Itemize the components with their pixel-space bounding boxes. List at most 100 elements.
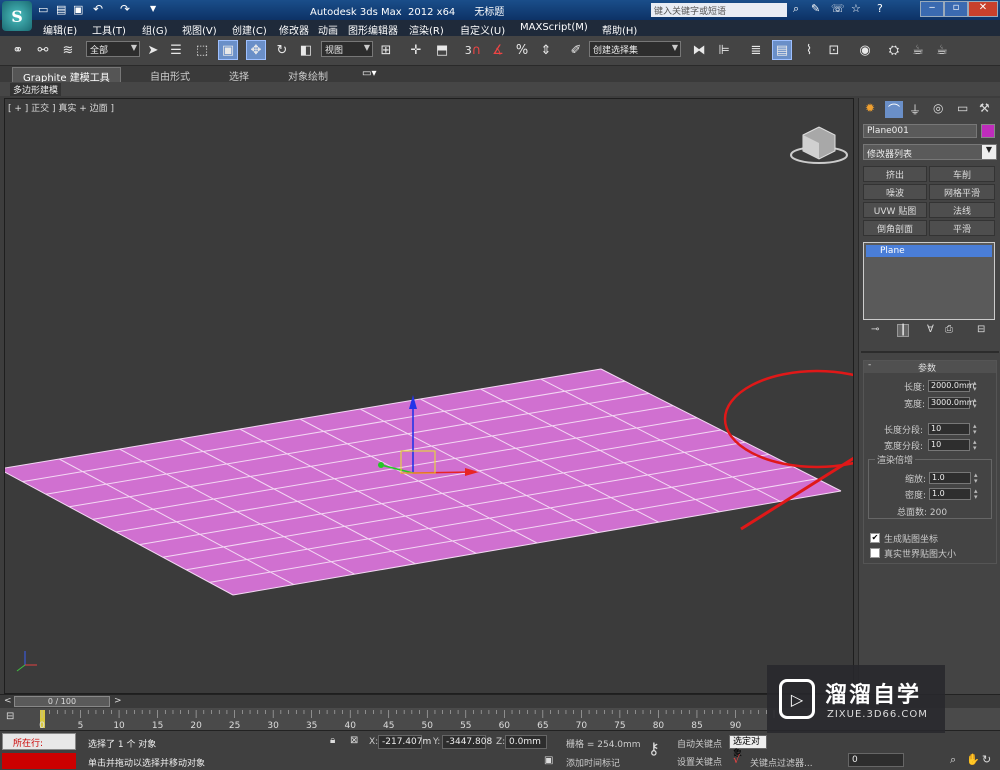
menu-item-edit[interactable]: 编辑(E): [43, 22, 77, 37]
length-segs-spinner[interactable]: ▴ ▾: [973, 423, 980, 436]
app-logo-icon[interactable]: S: [2, 1, 32, 31]
set-key-icon[interactable]: ⚷: [648, 739, 660, 758]
percent-snap-icon[interactable]: %: [512, 40, 532, 60]
time-slider[interactable]: 0 / 100: [14, 696, 110, 707]
menu-item-group[interactable]: 组(G): [142, 22, 168, 37]
mirror-icon[interactable]: ⧓: [689, 40, 709, 60]
redo-icon[interactable]: ↷: [120, 2, 130, 16]
modifier-button-lathe[interactable]: 车削: [929, 166, 995, 182]
curve-editor-icon[interactable]: ⌇: [799, 40, 819, 60]
set-key-label[interactable]: 设置关键点: [677, 755, 722, 768]
menu-item-create[interactable]: 创建(C): [232, 22, 267, 37]
density-input[interactable]: 1.0: [929, 488, 971, 500]
stack-item-plane[interactable]: Plane: [866, 245, 992, 257]
selection-filter-dropdown[interactable]: 全部: [86, 41, 140, 57]
object-name-field[interactable]: Plane001: [863, 124, 977, 138]
prev-frame-icon[interactable]: <: [4, 696, 12, 706]
menu-item-animation[interactable]: 动画: [318, 22, 338, 37]
zoom-icon[interactable]: ⌕: [950, 753, 956, 767]
object-color-swatch[interactable]: [981, 124, 995, 138]
menu-item-modifiers[interactable]: 修改器: [279, 22, 309, 37]
modifier-list-dropdown[interactable]: 修改器列表 ▼: [863, 144, 997, 160]
next-frame-icon[interactable]: >: [114, 696, 122, 706]
width-spinner[interactable]: ▴ ▾: [973, 397, 980, 410]
perspective-viewport[interactable]: [ + ] 正交 ] 真实 + 边面 ]: [4, 98, 854, 694]
snaps-toggle-icon[interactable]: 3 ∩: [461, 40, 485, 60]
motion-tab-icon[interactable]: ◎: [933, 101, 943, 115]
align-icon[interactable]: ⊫: [714, 40, 734, 60]
bind-spacewarp-icon[interactable]: ≋: [58, 40, 78, 60]
scale-input[interactable]: 1.0: [929, 472, 971, 484]
favorites-icon[interactable]: ☆: [851, 2, 861, 15]
orbit-icon[interactable]: ↻: [982, 753, 991, 766]
material-editor-icon[interactable]: ◉: [855, 40, 875, 60]
absolute-mode-icon[interactable]: ⊠: [350, 735, 358, 746]
select-rotate-icon[interactable]: ↻: [272, 40, 292, 60]
configure-sets-icon[interactable]: ⊟: [977, 324, 985, 335]
y-coord-input[interactable]: -3447.808: [442, 735, 492, 749]
length-input[interactable]: 2000.0mm: [928, 380, 975, 392]
remove-modifier-icon[interactable]: ⎙: [945, 324, 953, 335]
key-filters-button[interactable]: 关键点过滤器...: [750, 756, 813, 769]
spinner-snap-icon[interactable]: ⇕: [536, 40, 556, 60]
current-frame-input[interactable]: 0: [848, 753, 904, 767]
angle-snap-icon[interactable]: ∡: [488, 40, 508, 60]
lock-selection-icon[interactable]: 🔒︎: [330, 735, 335, 746]
save-file-icon[interactable]: ▣: [73, 3, 83, 16]
quick-access-dropdown-icon[interactable]: ▼: [150, 4, 156, 13]
select-move-icon[interactable]: ✥: [246, 40, 266, 60]
modifier-button-meshsmooth[interactable]: 网格平滑: [929, 184, 995, 200]
width-segs-spinner[interactable]: ▴ ▾: [973, 439, 980, 452]
manipulate-icon[interactable]: ✛: [406, 40, 426, 60]
schematic-view-icon[interactable]: ⊡: [824, 40, 844, 60]
modify-tab-icon[interactable]: ⌒: [885, 101, 904, 118]
tab-object-paint[interactable]: 对象绘制: [288, 68, 328, 83]
communication-icon[interactable]: ☏: [831, 2, 845, 15]
display-tab-icon[interactable]: ▭: [957, 101, 968, 115]
time-tag-icon[interactable]: ▣: [544, 755, 553, 766]
modifier-button-bevel-profile[interactable]: 倒角剖面: [863, 220, 927, 236]
modifier-stack[interactable]: Plane: [863, 242, 995, 320]
new-file-icon[interactable]: ▭: [38, 3, 48, 16]
edit-named-selection-icon[interactable]: ✐: [566, 40, 586, 60]
tab-selection[interactable]: 选择: [229, 68, 249, 83]
density-spinner[interactable]: ▴ ▾: [974, 488, 981, 501]
modifier-button-uvw-map[interactable]: UVW 贴图: [863, 202, 927, 218]
viewcube[interactable]: [790, 126, 848, 164]
x-coord-input[interactable]: -217.407m: [378, 735, 431, 749]
menu-item-views[interactable]: 视图(V): [182, 22, 217, 37]
pivot-center-icon[interactable]: ⊞: [376, 40, 396, 60]
pan-icon[interactable]: ✋: [966, 753, 980, 766]
reference-coord-dropdown[interactable]: 视图: [321, 41, 373, 57]
rect-selection-icon[interactable]: ⬚: [192, 40, 212, 60]
real-world-size-checkbox[interactable]: [870, 548, 880, 558]
length-segs-input[interactable]: 10: [928, 423, 970, 435]
menu-item-maxscript[interactable]: MAXScript(M): [520, 22, 588, 33]
named-selection-dropdown[interactable]: 创建选择集: [589, 41, 681, 57]
help-icon[interactable]: ?: [877, 2, 883, 15]
menu-item-graph-editors[interactable]: 图形编辑器: [348, 22, 398, 37]
key-filter-icon[interactable]: √: [733, 753, 740, 766]
menu-item-tools[interactable]: 工具(T): [92, 22, 126, 37]
maxscript-output[interactable]: [2, 753, 76, 769]
auto-key-label[interactable]: 自动关键点: [677, 737, 722, 750]
modifier-button-noise[interactable]: 噪波: [863, 184, 927, 200]
rollout-header[interactable]: - 参数: [864, 360, 996, 374]
polygon-modeling-panel[interactable]: 多边形建模: [10, 83, 62, 96]
select-scale-icon[interactable]: ◧: [296, 40, 316, 60]
length-spinner[interactable]: ▴ ▾: [973, 380, 980, 393]
z-coord-input[interactable]: 0.0mm: [505, 735, 547, 749]
gen-map-coords-checkbox[interactable]: ✔: [870, 533, 880, 543]
menu-item-help[interactable]: 帮助(H): [602, 22, 637, 37]
make-unique-icon[interactable]: ∀: [927, 324, 934, 335]
add-time-tag[interactable]: 添加时间标记: [566, 756, 620, 769]
select-by-name-icon[interactable]: ☰: [166, 40, 186, 60]
pin-stack-icon[interactable]: ⊸: [871, 324, 879, 335]
search-input[interactable]: 键入关键字或短语: [651, 3, 787, 17]
window-crossing-icon[interactable]: ▣: [218, 40, 238, 60]
selected-object-dropdown[interactable]: 选定对象: [729, 735, 767, 759]
close-button[interactable]: ✕: [968, 1, 998, 17]
width-input[interactable]: 3000.0mm: [928, 397, 975, 409]
show-end-result-icon[interactable]: ┃: [897, 324, 910, 337]
maximize-button[interactable]: ▫: [944, 1, 968, 17]
